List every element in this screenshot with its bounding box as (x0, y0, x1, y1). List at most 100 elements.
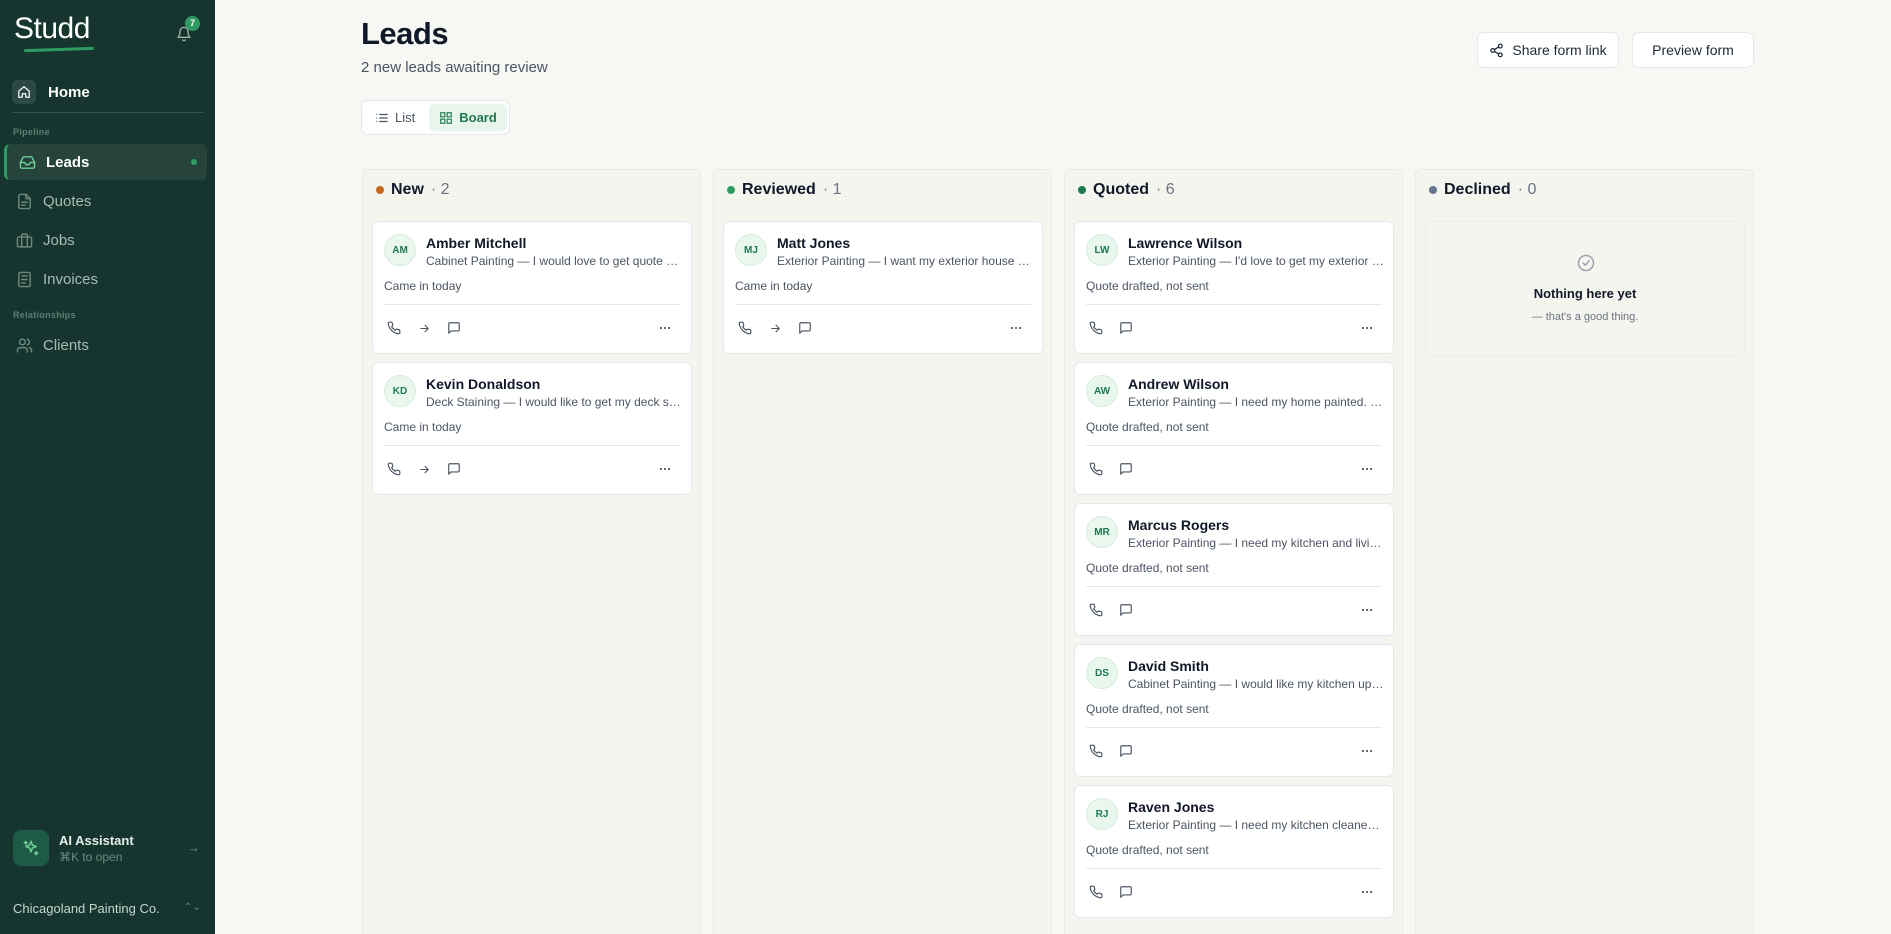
message-icon[interactable] (1116, 741, 1136, 761)
status-dot (376, 186, 384, 194)
preview-form-button[interactable]: Preview form (1632, 32, 1754, 68)
view-toggle-board[interactable]: Board (429, 104, 507, 131)
phone-icon[interactable] (1086, 741, 1106, 761)
share-form-link-label: Share form link (1512, 42, 1607, 58)
document-icon (18, 193, 31, 209)
column-header: Reviewed · 1 (727, 181, 841, 199)
lead-card[interactable]: RJ Raven Jones Exterior Painting — I need … (1074, 785, 1394, 918)
message-icon[interactable] (795, 318, 815, 338)
lead-status: Quote drafted, not sent (1086, 702, 1209, 716)
check-circle-icon (1577, 254, 1595, 272)
column-count: · 6 (1156, 181, 1175, 198)
column-header: Quoted · 6 (1078, 181, 1175, 199)
lead-name: Matt Jones (777, 235, 851, 251)
lead-status: Came in today (384, 420, 462, 434)
arrow-right-icon[interactable] (765, 318, 785, 338)
avatar: AM (384, 234, 416, 266)
page-title: Leads (361, 16, 449, 51)
phone-icon[interactable] (1086, 882, 1106, 902)
sidebar-item-leads[interactable]: Leads (4, 144, 207, 180)
message-icon[interactable] (1116, 318, 1136, 338)
more-options-icon[interactable] (1357, 318, 1377, 338)
lead-card[interactable]: AM Amber Mitchell Cabinet Painting — I wou… (372, 221, 692, 354)
card-divider (1086, 304, 1382, 305)
message-icon[interactable] (1116, 600, 1136, 620)
lead-name: Marcus Rogers (1128, 517, 1230, 533)
lead-description: Exterior Painting — I need my home paint… (1128, 395, 1385, 409)
phone-icon[interactable] (1086, 318, 1106, 338)
lead-card[interactable]: LW Lawrence Wilson Exterior Painting — I'd… (1074, 221, 1394, 354)
organization-switcher[interactable]: Chicagoland Painting Co. (13, 901, 160, 916)
card-divider (1086, 727, 1382, 728)
phone-icon[interactable] (735, 318, 755, 338)
avatar: KD (384, 375, 416, 407)
view-toggle-board-label: Board (459, 110, 497, 125)
inbox-icon (19, 155, 36, 169)
invoice-icon (18, 271, 31, 287)
share-form-link-button[interactable]: Share form link (1477, 32, 1619, 68)
arrow-right-icon[interactable] (414, 459, 434, 479)
lead-card[interactable]: KD Kevin Donaldson Deck Staining — I would… (372, 362, 692, 495)
sidebar-item-invoices[interactable]: Invoices (4, 261, 207, 297)
column-title: Quoted (1093, 181, 1149, 198)
phone-icon[interactable] (384, 459, 404, 479)
column-count: · 2 (430, 181, 450, 198)
lead-card[interactable]: MR Marcus Rogers Exterior Painting — I nee… (1074, 503, 1394, 636)
avatar: DS (1086, 657, 1118, 689)
column-quoted: Quoted · 6 LW Lawrence Wilson Exterior Paint… (1064, 169, 1403, 934)
sidebar: Studd 7 Home Pipeline Leads Quotes Jobs … (0, 0, 215, 934)
sidebar-item-label: Leads (46, 153, 90, 171)
brand-logo[interactable]: Studd (14, 12, 90, 46)
column-header: New · 2 (376, 181, 450, 199)
chevron-updown-icon[interactable]: ⌃⌄ (184, 902, 201, 913)
column-count: · 1 (822, 181, 842, 198)
ai-assistant-shortcut: ⌘K to open (59, 849, 123, 864)
lead-card[interactable]: MJ Matt Jones Exterior Painting — I want m… (723, 221, 1043, 354)
lead-status: Quote drafted, not sent (1086, 843, 1209, 857)
lead-description: Cabinet Painting — I would like my kitch… (1128, 677, 1385, 691)
more-options-icon[interactable] (1006, 318, 1026, 338)
sidebar-item-quotes[interactable]: Quotes (4, 183, 207, 219)
message-icon[interactable] (1116, 882, 1136, 902)
message-icon[interactable] (1116, 459, 1136, 479)
column-title: New (391, 181, 424, 198)
phone-icon[interactable] (1086, 459, 1106, 479)
list-icon (376, 113, 388, 122)
lead-card[interactable]: DS David Smith Cabinet Painting — I would … (1074, 644, 1394, 777)
column-title: Declined (1444, 181, 1511, 198)
status-dot (1078, 186, 1086, 194)
lead-name: David Smith (1128, 658, 1209, 674)
ai-assistant-button[interactable]: AI Assistant ⌘K to open → (13, 830, 208, 866)
more-options-icon[interactable] (655, 459, 675, 479)
message-icon[interactable] (444, 318, 464, 338)
lead-card[interactable]: AW Andrew Wilson Exterior Painting — I nee… (1074, 362, 1394, 495)
sidebar-item-clients[interactable]: Clients (4, 327, 207, 363)
share-icon (1490, 43, 1504, 57)
arrow-right-icon[interactable] (414, 318, 434, 338)
section-label-pipeline: Pipeline (13, 127, 50, 137)
sidebar-divider (12, 112, 204, 113)
nav-home[interactable]: Home (12, 78, 90, 106)
avatar: AW (1086, 375, 1118, 407)
more-options-icon[interactable] (655, 318, 675, 338)
view-toggle-list[interactable]: List (365, 104, 425, 131)
card-divider (384, 445, 680, 446)
column-new: New · 2 AM Amber Mitchell Cabinet Painting —… (362, 169, 701, 934)
more-options-icon[interactable] (1357, 459, 1377, 479)
preview-form-label: Preview form (1652, 42, 1734, 58)
more-options-icon[interactable] (1357, 741, 1377, 761)
message-icon[interactable] (444, 459, 464, 479)
sidebar-item-label: Quotes (43, 192, 92, 210)
sidebar-item-jobs[interactable]: Jobs (4, 222, 207, 258)
phone-icon[interactable] (1086, 600, 1106, 620)
phone-icon[interactable] (384, 318, 404, 338)
notification-badge: 7 (185, 16, 200, 31)
column-header: Declined · 0 (1429, 181, 1536, 199)
more-options-icon[interactable] (1357, 882, 1377, 902)
more-options-icon[interactable] (1357, 600, 1377, 620)
lead-name: Amber Mitchell (426, 235, 527, 251)
lead-name: Raven Jones (1128, 799, 1215, 815)
column-count: · 0 (1517, 181, 1537, 198)
ai-assistant-title: AI Assistant (59, 832, 134, 848)
home-icon (12, 80, 36, 104)
